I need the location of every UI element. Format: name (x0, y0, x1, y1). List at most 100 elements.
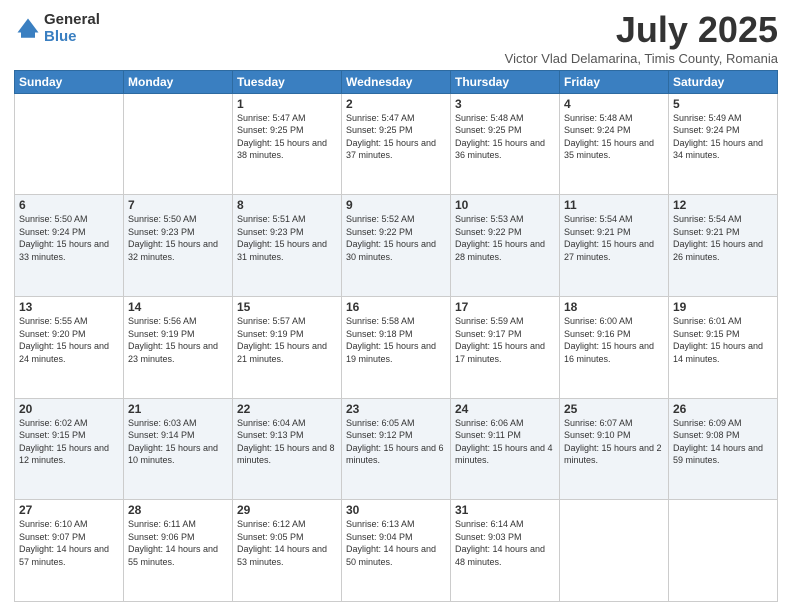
calendar-cell: 25Sunrise: 6:07 AMSunset: 9:10 PMDayligh… (560, 398, 669, 500)
calendar-cell: 13Sunrise: 5:55 AMSunset: 9:20 PMDayligh… (15, 296, 124, 398)
calendar-cell: 15Sunrise: 5:57 AMSunset: 9:19 PMDayligh… (233, 296, 342, 398)
calendar-cell: 26Sunrise: 6:09 AMSunset: 9:08 PMDayligh… (669, 398, 778, 500)
day-number: 28 (128, 503, 228, 517)
calendar-cell: 24Sunrise: 6:06 AMSunset: 9:11 PMDayligh… (451, 398, 560, 500)
day-number: 19 (673, 300, 773, 314)
calendar-header-monday: Monday (124, 70, 233, 93)
calendar-header-wednesday: Wednesday (342, 70, 451, 93)
calendar-cell (560, 500, 669, 602)
calendar-table: SundayMondayTuesdayWednesdayThursdayFrid… (14, 70, 778, 602)
calendar-cell: 18Sunrise: 6:00 AMSunset: 9:16 PMDayligh… (560, 296, 669, 398)
day-info: Sunrise: 5:50 AMSunset: 9:23 PMDaylight:… (128, 213, 228, 263)
logo-text: General Blue (44, 12, 100, 45)
calendar-cell: 30Sunrise: 6:13 AMSunset: 9:04 PMDayligh… (342, 500, 451, 602)
calendar-cell (15, 93, 124, 195)
day-number: 20 (19, 402, 119, 416)
day-info: Sunrise: 5:55 AMSunset: 9:20 PMDaylight:… (19, 315, 119, 365)
day-info: Sunrise: 5:47 AMSunset: 9:25 PMDaylight:… (346, 112, 446, 162)
logo-blue: Blue (44, 29, 100, 46)
day-number: 31 (455, 503, 555, 517)
subtitle: Victor Vlad Delamarina, Timis County, Ro… (505, 51, 778, 66)
calendar-cell: 3Sunrise: 5:48 AMSunset: 9:25 PMDaylight… (451, 93, 560, 195)
calendar-cell: 20Sunrise: 6:02 AMSunset: 9:15 PMDayligh… (15, 398, 124, 500)
day-info: Sunrise: 6:01 AMSunset: 9:15 PMDaylight:… (673, 315, 773, 365)
day-info: Sunrise: 6:00 AMSunset: 9:16 PMDaylight:… (564, 315, 664, 365)
page: General Blue July 2025 Victor Vlad Delam… (0, 0, 792, 612)
calendar-cell (124, 93, 233, 195)
calendar-header-thursday: Thursday (451, 70, 560, 93)
calendar-cell: 12Sunrise: 5:54 AMSunset: 9:21 PMDayligh… (669, 195, 778, 297)
day-info: Sunrise: 5:56 AMSunset: 9:19 PMDaylight:… (128, 315, 228, 365)
day-number: 12 (673, 198, 773, 212)
day-number: 27 (19, 503, 119, 517)
day-info: Sunrise: 5:48 AMSunset: 9:24 PMDaylight:… (564, 112, 664, 162)
calendar-cell: 9Sunrise: 5:52 AMSunset: 9:22 PMDaylight… (342, 195, 451, 297)
logo-general: General (44, 12, 100, 29)
day-number: 11 (564, 198, 664, 212)
day-number: 15 (237, 300, 337, 314)
day-number: 30 (346, 503, 446, 517)
calendar-cell: 29Sunrise: 6:12 AMSunset: 9:05 PMDayligh… (233, 500, 342, 602)
main-title: July 2025 (505, 10, 778, 50)
day-number: 22 (237, 402, 337, 416)
day-number: 17 (455, 300, 555, 314)
calendar-cell: 31Sunrise: 6:14 AMSunset: 9:03 PMDayligh… (451, 500, 560, 602)
calendar-cell: 2Sunrise: 5:47 AMSunset: 9:25 PMDaylight… (342, 93, 451, 195)
day-info: Sunrise: 5:53 AMSunset: 9:22 PMDaylight:… (455, 213, 555, 263)
day-info: Sunrise: 6:04 AMSunset: 9:13 PMDaylight:… (237, 417, 337, 467)
day-info: Sunrise: 6:10 AMSunset: 9:07 PMDaylight:… (19, 518, 119, 568)
day-number: 5 (673, 97, 773, 111)
calendar-week-row: 1Sunrise: 5:47 AMSunset: 9:25 PMDaylight… (15, 93, 778, 195)
calendar-week-row: 6Sunrise: 5:50 AMSunset: 9:24 PMDaylight… (15, 195, 778, 297)
day-info: Sunrise: 5:52 AMSunset: 9:22 PMDaylight:… (346, 213, 446, 263)
day-number: 7 (128, 198, 228, 212)
day-number: 13 (19, 300, 119, 314)
day-number: 21 (128, 402, 228, 416)
day-info: Sunrise: 5:51 AMSunset: 9:23 PMDaylight:… (237, 213, 337, 263)
day-info: Sunrise: 6:07 AMSunset: 9:10 PMDaylight:… (564, 417, 664, 467)
calendar-header-row: SundayMondayTuesdayWednesdayThursdayFrid… (15, 70, 778, 93)
calendar-header-saturday: Saturday (669, 70, 778, 93)
calendar-cell: 7Sunrise: 5:50 AMSunset: 9:23 PMDaylight… (124, 195, 233, 297)
day-number: 25 (564, 402, 664, 416)
day-number: 8 (237, 198, 337, 212)
day-info: Sunrise: 5:49 AMSunset: 9:24 PMDaylight:… (673, 112, 773, 162)
calendar-cell: 6Sunrise: 5:50 AMSunset: 9:24 PMDaylight… (15, 195, 124, 297)
day-number: 23 (346, 402, 446, 416)
calendar-cell: 1Sunrise: 5:47 AMSunset: 9:25 PMDaylight… (233, 93, 342, 195)
calendar-cell: 27Sunrise: 6:10 AMSunset: 9:07 PMDayligh… (15, 500, 124, 602)
day-number: 6 (19, 198, 119, 212)
day-number: 3 (455, 97, 555, 111)
day-info: Sunrise: 6:05 AMSunset: 9:12 PMDaylight:… (346, 417, 446, 467)
day-info: Sunrise: 5:59 AMSunset: 9:17 PMDaylight:… (455, 315, 555, 365)
day-info: Sunrise: 5:58 AMSunset: 9:18 PMDaylight:… (346, 315, 446, 365)
day-info: Sunrise: 6:12 AMSunset: 9:05 PMDaylight:… (237, 518, 337, 568)
day-info: Sunrise: 6:02 AMSunset: 9:15 PMDaylight:… (19, 417, 119, 467)
calendar-cell: 23Sunrise: 6:05 AMSunset: 9:12 PMDayligh… (342, 398, 451, 500)
day-number: 24 (455, 402, 555, 416)
day-number: 9 (346, 198, 446, 212)
title-block: July 2025 Victor Vlad Delamarina, Timis … (505, 10, 778, 66)
day-info: Sunrise: 6:09 AMSunset: 9:08 PMDaylight:… (673, 417, 773, 467)
logo-icon (14, 15, 42, 43)
logo: General Blue (14, 12, 100, 45)
day-number: 14 (128, 300, 228, 314)
calendar-cell: 19Sunrise: 6:01 AMSunset: 9:15 PMDayligh… (669, 296, 778, 398)
calendar-cell: 10Sunrise: 5:53 AMSunset: 9:22 PMDayligh… (451, 195, 560, 297)
header: General Blue July 2025 Victor Vlad Delam… (14, 10, 778, 66)
day-info: Sunrise: 5:54 AMSunset: 9:21 PMDaylight:… (673, 213, 773, 263)
day-number: 10 (455, 198, 555, 212)
calendar-cell: 22Sunrise: 6:04 AMSunset: 9:13 PMDayligh… (233, 398, 342, 500)
day-number: 26 (673, 402, 773, 416)
day-info: Sunrise: 5:48 AMSunset: 9:25 PMDaylight:… (455, 112, 555, 162)
day-info: Sunrise: 5:57 AMSunset: 9:19 PMDaylight:… (237, 315, 337, 365)
calendar-header-sunday: Sunday (15, 70, 124, 93)
calendar-cell (669, 500, 778, 602)
day-info: Sunrise: 5:47 AMSunset: 9:25 PMDaylight:… (237, 112, 337, 162)
day-number: 16 (346, 300, 446, 314)
calendar-cell: 28Sunrise: 6:11 AMSunset: 9:06 PMDayligh… (124, 500, 233, 602)
day-info: Sunrise: 6:14 AMSunset: 9:03 PMDaylight:… (455, 518, 555, 568)
day-info: Sunrise: 5:54 AMSunset: 9:21 PMDaylight:… (564, 213, 664, 263)
day-info: Sunrise: 6:13 AMSunset: 9:04 PMDaylight:… (346, 518, 446, 568)
calendar-week-row: 27Sunrise: 6:10 AMSunset: 9:07 PMDayligh… (15, 500, 778, 602)
